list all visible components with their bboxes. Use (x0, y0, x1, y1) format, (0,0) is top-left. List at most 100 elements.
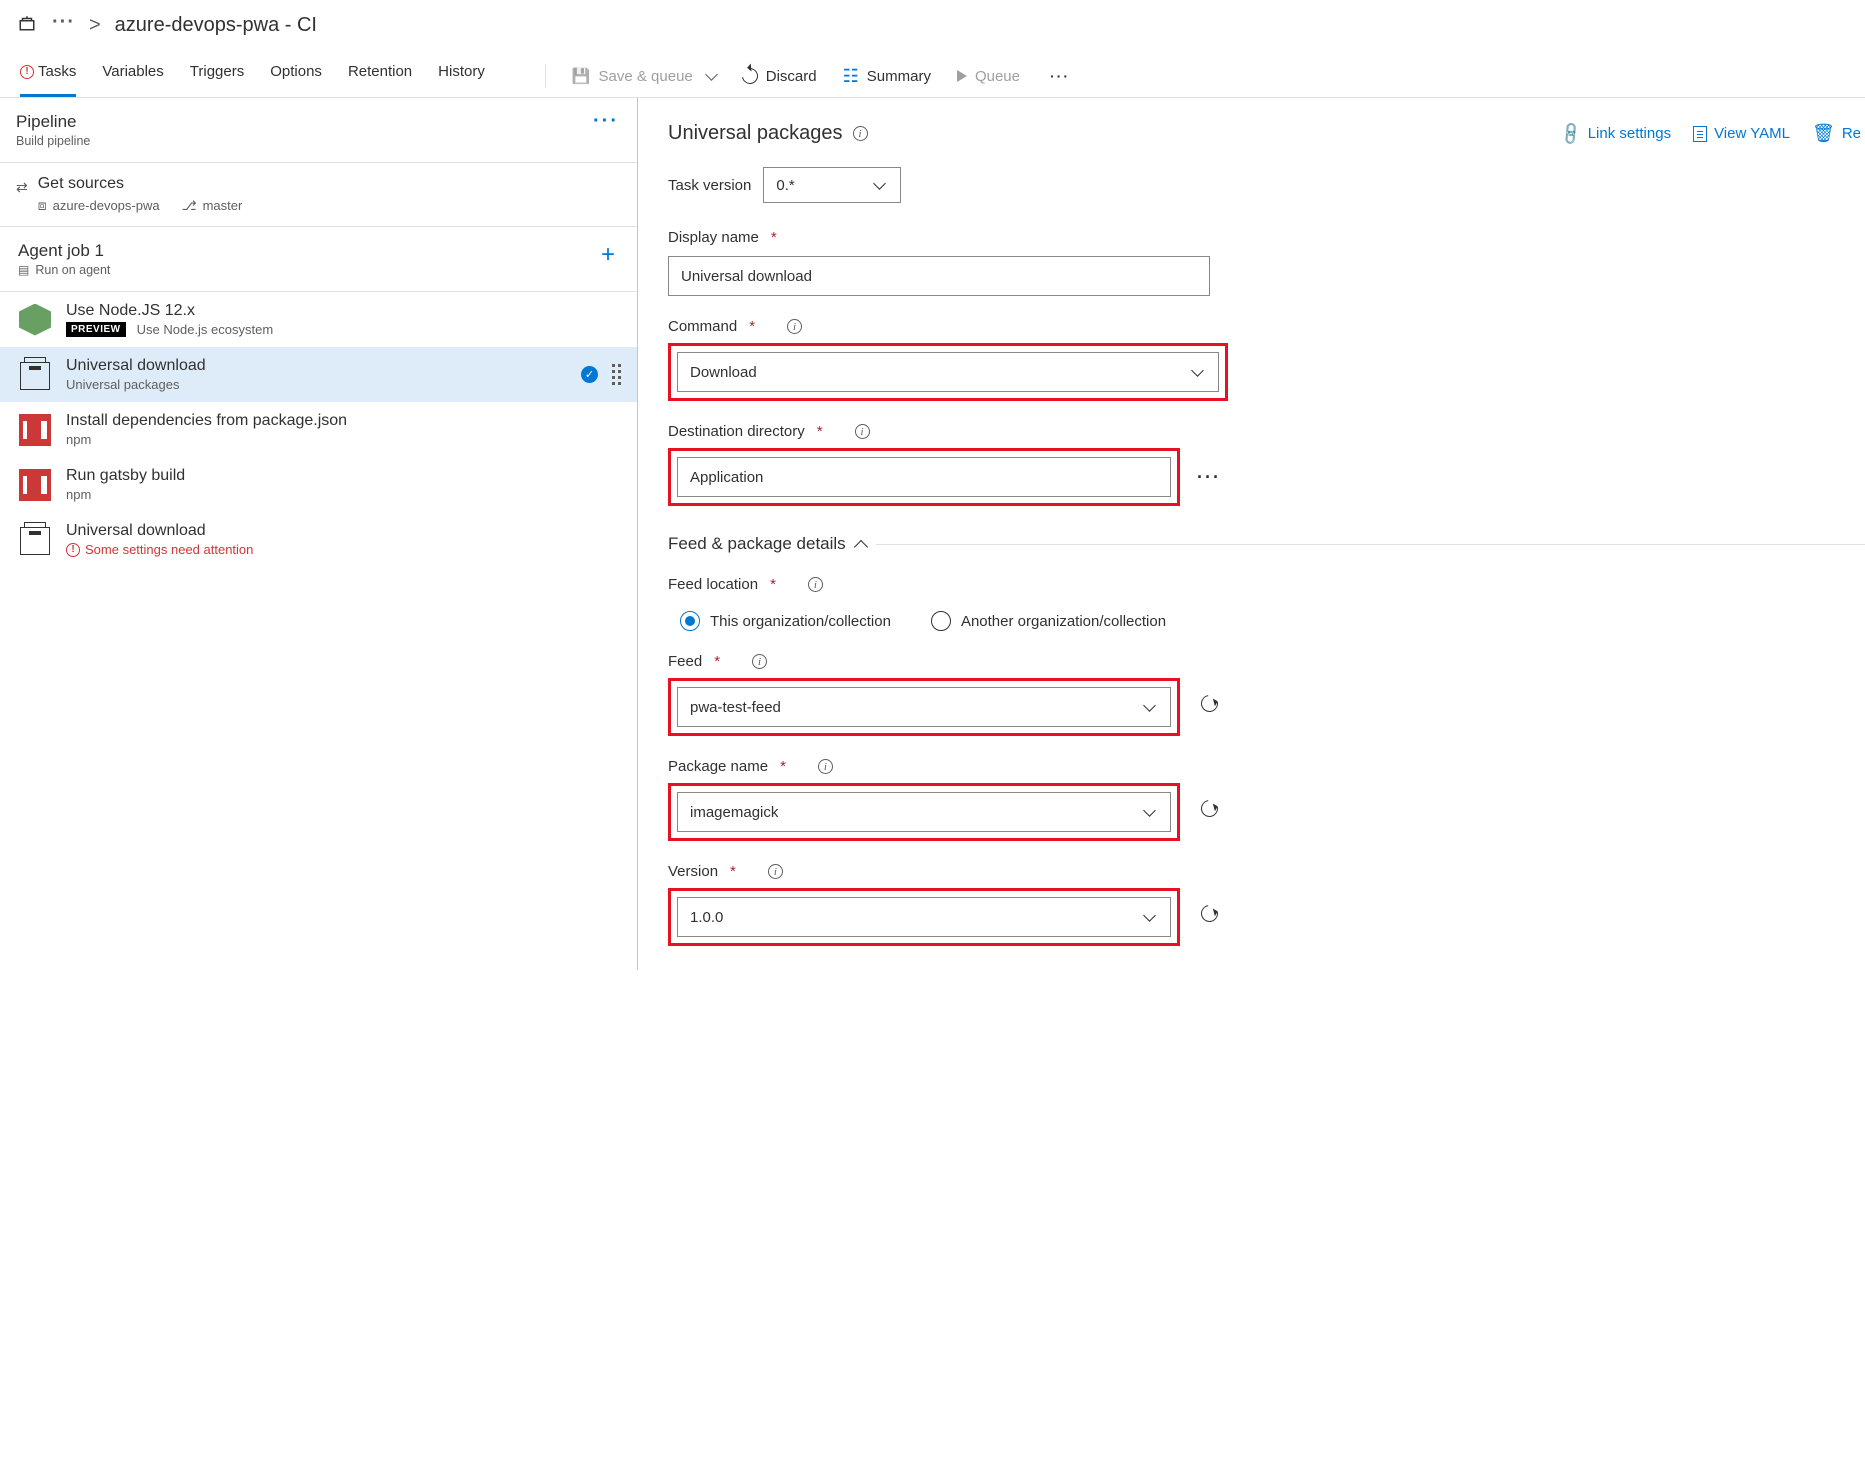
chevron-down-icon (1143, 699, 1156, 712)
select-value: 1.0.0 (690, 909, 723, 926)
button-label: Summary (867, 68, 931, 85)
required-asterisk: * (780, 758, 786, 775)
task-subtitle: npm (66, 487, 185, 502)
yaml-icon (1693, 126, 1707, 142)
task-subtitle: Universal packages (66, 377, 206, 392)
info-icon[interactable]: i (818, 759, 833, 774)
tab-tasks[interactable]: ! Tasks (20, 55, 76, 97)
feed-select[interactable]: pwa-test-feed (677, 687, 1171, 727)
preview-badge: PREVIEW (66, 322, 126, 337)
task-version-label: Task version (668, 177, 751, 194)
discard-button[interactable]: Discard (742, 68, 817, 85)
tab-variables[interactable]: Variables (102, 55, 163, 97)
reload-icon (1197, 901, 1221, 925)
task-version-select[interactable]: 0.* (763, 167, 901, 203)
pipeline-subtitle: Build pipeline (16, 134, 90, 148)
task-universal-download[interactable]: Universal download Universal packages ✓ (0, 347, 637, 402)
select-value: imagemagick (690, 804, 778, 821)
package-icon (18, 523, 52, 557)
tab-options[interactable]: Options (270, 55, 322, 97)
play-icon (957, 70, 967, 82)
dest-dir-input[interactable] (677, 457, 1171, 497)
pipeline-more[interactable]: ··· (593, 110, 619, 133)
tab-history[interactable]: History (438, 55, 485, 97)
view-yaml-button[interactable]: View YAML (1693, 123, 1790, 144)
required-asterisk: * (714, 653, 720, 670)
remove-task-button[interactable]: 🗑 Re (1812, 123, 1861, 144)
required-asterisk: * (771, 229, 777, 246)
task-title: Run gatsby build (66, 467, 185, 485)
agent-job-row[interactable]: Agent job 1 Run on agent + (0, 227, 637, 292)
select-value: pwa-test-feed (690, 699, 781, 716)
info-icon[interactable]: i (855, 424, 870, 439)
pipeline-header[interactable]: Pipeline Build pipeline ··· (0, 98, 637, 163)
action-label: Link settings (1588, 125, 1671, 142)
section-divider (876, 544, 1865, 545)
radio-this-org[interactable]: This organization/collection (680, 611, 891, 631)
required-asterisk: * (730, 863, 736, 880)
task-title: Use Node.JS 12.x (66, 302, 273, 320)
browse-button[interactable]: ··· (1194, 462, 1224, 492)
alert-icon: ! (66, 543, 80, 557)
link-settings-button[interactable]: 🔗 Link settings (1561, 123, 1671, 144)
info-icon[interactable]: i (808, 577, 823, 592)
agent-sub: Run on agent (18, 263, 110, 277)
task-subtitle: npm (66, 432, 347, 447)
tab-triggers[interactable]: Triggers (190, 55, 244, 97)
npm-icon (18, 468, 52, 502)
info-icon[interactable]: i (853, 126, 868, 141)
get-sources-row[interactable]: ⇄ Get sources ⧈azure-devops-pwa ⎇master (0, 163, 637, 227)
summary-button[interactable]: ☷ Summary (843, 66, 931, 87)
display-name-label: Display name (668, 229, 759, 246)
refresh-package-button[interactable] (1194, 793, 1224, 823)
trash-icon: 🗑 (1812, 123, 1835, 144)
task-title: Universal download (66, 357, 206, 375)
button-label: Save & queue (599, 68, 693, 85)
info-icon[interactable]: i (768, 864, 783, 879)
highlighted-box: imagemagick (668, 783, 1180, 841)
highlighted-box: Download (668, 343, 1228, 401)
undo-icon (739, 65, 761, 87)
add-task-button[interactable]: + (601, 241, 615, 269)
command-select[interactable]: Download (677, 352, 1219, 392)
radio-icon (931, 611, 951, 631)
drag-handle[interactable] (612, 364, 621, 385)
task-settings-panel: Universal packages i 🔗 Link settings Vie… (638, 98, 1865, 970)
package-name-label: Package name (668, 758, 768, 775)
breadcrumb-more[interactable]: ··· (52, 11, 75, 34)
section-feed-details[interactable]: Feed & package details (668, 534, 1865, 554)
task-gatsby-build[interactable]: Run gatsby build npm (0, 457, 637, 512)
task-node[interactable]: Use Node.JS 12.x PREVIEWUse Node.js ecos… (0, 292, 637, 347)
toolbar-overflow[interactable]: ··· (1050, 68, 1070, 84)
radio-icon (680, 611, 700, 631)
section-title: Feed & package details (668, 534, 846, 554)
info-icon[interactable]: i (752, 654, 767, 669)
chevron-down-icon (705, 68, 718, 81)
azure-repo-icon: ⧈ (38, 197, 47, 214)
task-universal-download-2[interactable]: Universal download !Some settings need a… (0, 512, 637, 567)
list-icon: ☷ (843, 66, 859, 87)
task-title: Install dependencies from package.json (66, 412, 347, 430)
info-icon[interactable]: i (787, 319, 802, 334)
display-name-input[interactable] (668, 256, 1210, 296)
required-asterisk: * (770, 576, 776, 593)
refresh-version-button[interactable] (1194, 898, 1224, 928)
toolbar-separator (545, 64, 546, 88)
button-label: Queue (975, 68, 1020, 85)
queue-button[interactable]: Queue (957, 68, 1020, 85)
radio-other-org[interactable]: Another organization/collection (931, 611, 1166, 631)
save-queue-button[interactable]: Save & queue (572, 67, 716, 85)
refresh-feed-button[interactable] (1194, 688, 1224, 718)
task-npm-install[interactable]: Install dependencies from package.json n… (0, 402, 637, 457)
breadcrumb-title[interactable]: azure-devops-pwa - CI (115, 14, 317, 37)
branch-chip: ⎇master (182, 197, 243, 214)
package-name-select[interactable]: imagemagick (677, 792, 1171, 832)
feed-label: Feed (668, 653, 702, 670)
required-asterisk: * (749, 318, 755, 335)
version-select[interactable]: 1.0.0 (677, 897, 1171, 937)
version-label: Version (668, 863, 718, 880)
pipeline-icon (18, 14, 38, 37)
pipeline-title: Pipeline (16, 112, 90, 132)
task-subtitle-error: !Some settings need attention (66, 542, 253, 557)
tab-retention[interactable]: Retention (348, 55, 412, 97)
